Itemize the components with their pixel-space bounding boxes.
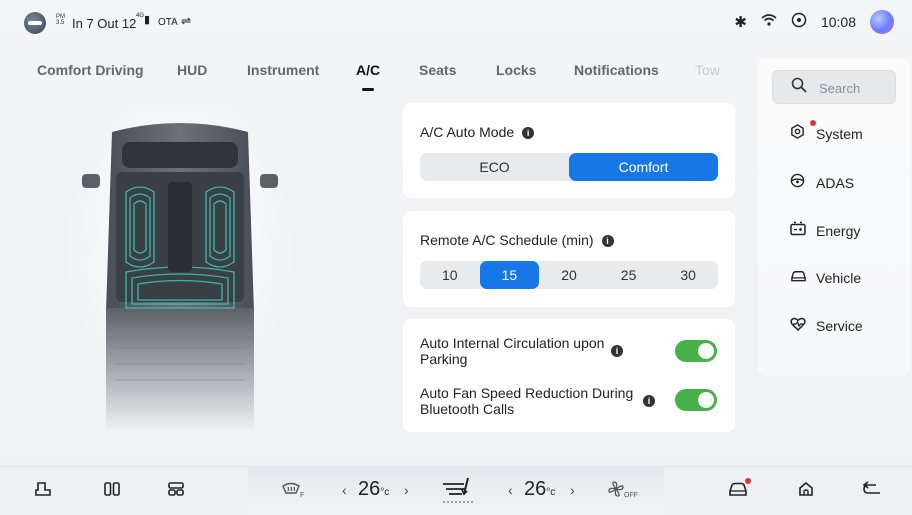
ac-auto-mode-label: A/C Auto Mode [420,124,515,140]
info-icon[interactable]: i [601,235,614,248]
temp-right-unit: °c [546,487,556,498]
climate-readout: In 7 Out 12 [72,16,137,31]
defrost-label: F [300,492,305,499]
info-icon[interactable]: i [522,127,535,140]
apps-grid-icon[interactable] [168,481,184,502]
tab-notifications[interactable]: Notifications [574,62,659,78]
schedule-option-30[interactable]: 30 [658,261,718,289]
ota-label: OTA [158,17,178,28]
temp-left-value: 26 [358,478,381,500]
tab-instrument[interactable]: Instrument [247,62,319,78]
heart-icon [790,317,808,335]
settings-screen: PM 3.5 In 7 Out 12 4G▮ OTA ⇌ ✱ 10:08 Com… [0,0,912,515]
sidebar-item-service-label: Service [816,318,863,334]
info-icon[interactable]: i [643,395,655,407]
ac-auto-mode-panel: A/C Auto Mode i ECO Comfort [403,103,735,198]
info-icon[interactable]: i [611,345,623,357]
active-tab-indicator [362,88,374,91]
signal-label: 4G [136,13,145,19]
ac-options-panel: Auto Internal Circulation upon Parking i… [403,319,735,432]
schedule-option-15[interactable]: 15 [479,261,540,289]
remote-schedule-selector: 10 15 20 25 30 [420,261,718,289]
search-placeholder: Search [819,81,861,96]
tab-locks[interactable]: Locks [496,62,536,78]
settings-tabs: Comfort Driving HUD Instrument A/C Seats… [0,58,760,92]
temp-right-value: 26 [524,478,547,500]
notification-dot [810,120,816,126]
auto-fan-speed-reduction-label: Auto Fan Speed Reduction During Bluetoot… [420,385,634,417]
schedule-option-10[interactable]: 10 [420,261,480,289]
temp-left-decrease[interactable]: ‹ [342,482,347,498]
vehicle-control-icon[interactable] [728,481,748,502]
sidebar-item-vehicle-label: Vehicle [816,270,862,286]
tab-seats[interactable]: Seats [419,62,456,78]
back-icon[interactable] [862,481,882,502]
search-input[interactable]: Search [772,70,896,104]
temp-right-decrease[interactable]: ‹ [508,482,513,498]
temp-left-unit: °c [380,487,390,498]
assistant-icon[interactable] [791,12,807,32]
remote-schedule-title: Remote A/C Schedule (min) i [420,232,614,248]
sidebar-item-system-label: System [816,126,863,142]
fan-icon[interactable]: OFF [608,481,638,502]
sidebar-item-energy-label: Energy [816,223,861,239]
remote-ac-schedule-panel: Remote A/C Schedule (min) i 10 15 20 25 3… [403,211,735,307]
vehicle-top-view-illustration [82,123,278,430]
voice-assistant-orb[interactable] [870,10,894,34]
sidebar-item-system[interactable]: System [790,124,863,143]
system-icon [790,124,808,143]
signal-bars-icon: ▮ [144,14,151,26]
split-view-icon[interactable] [104,481,120,502]
steering-icon [790,173,808,192]
schedule-option-25[interactable]: 25 [599,261,659,289]
ac-auto-mode-title: A/C Auto Mode i [420,124,535,140]
status-right: ✱ 10:08 [734,10,894,34]
temp-right-increase[interactable]: › [570,482,575,498]
sidebar-item-adas[interactable]: ADAS [790,173,854,192]
ac-auto-mode-selector: ECO Comfort [420,153,718,181]
tab-comfort-driving[interactable]: Comfort Driving [37,62,144,78]
auto-fan-speed-reduction-toggle[interactable] [675,389,717,411]
fan-label: OFF [624,492,638,499]
ampm-indicator: PM 3.5 [56,14,65,26]
home-icon[interactable] [798,481,814,502]
car-icon [790,269,808,287]
rear-defrost-icon[interactable]: F [282,481,304,502]
tab-tow[interactable]: Tow [695,62,720,78]
ac-mode-comfort-option[interactable]: Comfort [569,153,718,181]
wifi-icon [761,13,777,31]
search-icon [791,77,807,98]
remote-schedule-label: Remote A/C Schedule (min) [420,232,594,248]
auto-internal-circulation-toggle[interactable] [675,340,717,362]
sidebar-item-adas-label: ADAS [816,175,855,191]
bluetooth-icon: ✱ [734,14,747,31]
signal-indicator: 4G▮ [136,13,150,26]
notification-dot [745,478,751,484]
tab-hud[interactable]: HUD [177,62,207,78]
seat-icon[interactable] [34,481,52,502]
temp-left-readout: 26°c [358,478,389,501]
brand-logo[interactable] [24,12,46,34]
sidebar-item-energy[interactable]: Energy [790,221,860,240]
status-bar: PM 3.5 In 7 Out 12 4G▮ OTA ⇌ ✱ 10:08 [0,0,912,46]
clock: 10:08 [820,14,856,30]
temp-left-increase[interactable]: › [404,482,409,498]
auto-internal-circulation-label: Auto Internal Circulation upon Parking [420,335,605,367]
usb-icon: ⇌ [181,14,192,28]
tab-ac[interactable]: A/C [356,62,380,78]
sidebar-item-vehicle[interactable]: Vehicle [790,269,861,287]
sidebar-item-service[interactable]: Service [790,317,863,335]
battery-icon [790,221,808,240]
ac-mode-eco-option[interactable]: ECO [420,153,569,181]
temp-right-readout: 26°c [524,478,555,501]
airflow-mode-icon[interactable] [440,476,476,511]
schedule-option-20[interactable]: 20 [539,261,599,289]
